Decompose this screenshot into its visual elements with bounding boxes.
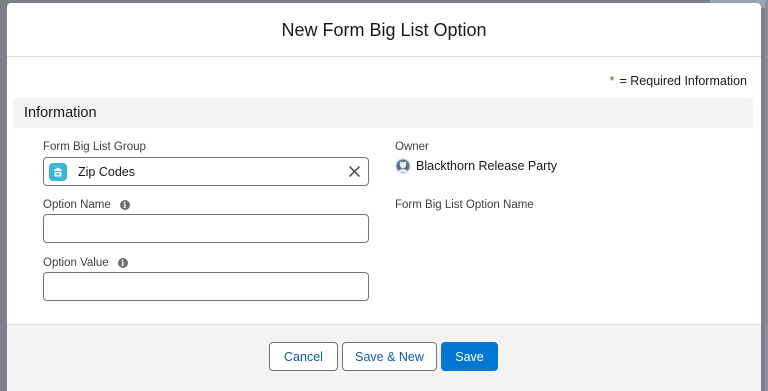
- section-title: Information: [24, 105, 97, 121]
- info-icon[interactable]: i: [119, 200, 130, 210]
- required-asterisk: *: [609, 74, 615, 88]
- modal-footer: Cancel Save & New Save: [7, 324, 761, 391]
- save-button[interactable]: Save: [441, 342, 498, 371]
- clear-icon[interactable]: [347, 164, 361, 178]
- group-lookup-field[interactable]: Zip Codes: [43, 157, 369, 186]
- owner-value-row[interactable]: Blackthorn Release Party: [395, 158, 557, 174]
- option-value-label-text: Option Value: [43, 257, 109, 269]
- owner-label: Owner: [395, 141, 429, 153]
- modal-body: * = Required Information Information Form…: [7, 57, 761, 324]
- option-value-input[interactable]: [43, 272, 369, 301]
- modal-dialog: New Form Big List Option * = Required Inf…: [7, 3, 761, 391]
- section-header-information[interactable]: Information: [13, 98, 753, 128]
- option-name-label: Option Name i: [43, 199, 130, 211]
- info-icon[interactable]: i: [117, 258, 128, 268]
- option-value-label: Option Value i: [43, 257, 128, 269]
- group-field-label: Form Big List Group: [43, 141, 146, 153]
- modal-title: New Form Big List Option: [281, 19, 487, 40]
- option-name-input[interactable]: [43, 214, 369, 243]
- modal-header: New Form Big List Option: [7, 3, 761, 57]
- option-name-label-text: Option Name: [43, 199, 111, 211]
- owner-name-link[interactable]: Blackthorn Release Party: [416, 159, 557, 173]
- save-and-new-button[interactable]: Save & New: [342, 342, 437, 371]
- required-info-text: = Required Information: [619, 74, 747, 88]
- record-group-icon: [49, 162, 67, 181]
- user-avatar-icon: [395, 158, 411, 174]
- cancel-button[interactable]: Cancel: [269, 342, 338, 371]
- option-name-display-label: Form Big List Option Name: [395, 199, 534, 211]
- required-info-note: * = Required Information: [610, 74, 747, 88]
- group-lookup-value: Zip Codes: [78, 164, 135, 179]
